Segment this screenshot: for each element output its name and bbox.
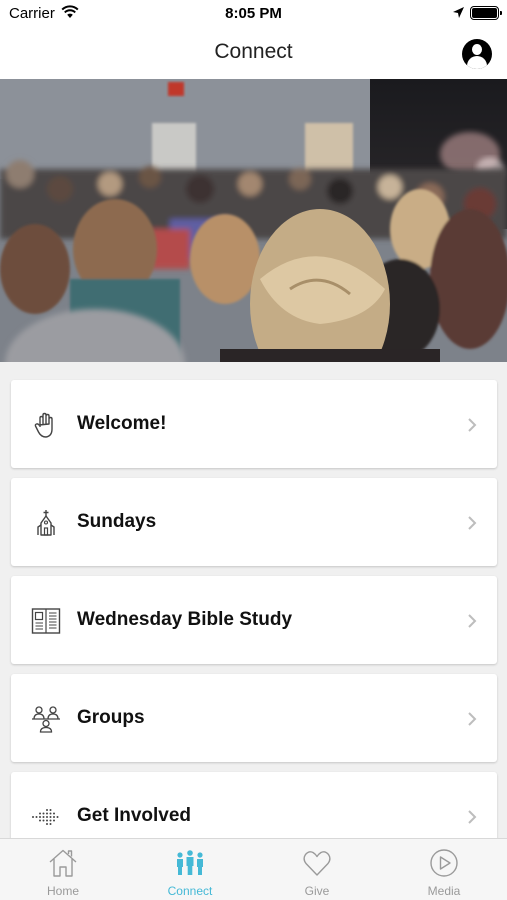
church-icon <box>37 510 55 536</box>
list-item-label: Wednesday Bible Study <box>77 609 293 630</box>
chevron-right-icon <box>468 712 477 726</box>
list-item-label: Welcome! <box>77 413 167 434</box>
battery-icon <box>470 6 502 20</box>
profile-button[interactable] <box>462 39 492 69</box>
people-icon <box>177 850 203 875</box>
house-icon <box>49 849 77 877</box>
status-bar: Carrier 8:05 PM <box>0 0 507 28</box>
page-title: Connect <box>214 40 293 63</box>
chevron-right-icon <box>468 810 477 824</box>
connect-screen: Carrier 8:05 PM Connect Welcome! Sundays… <box>0 0 507 900</box>
tab-bar: Home Connect Give Media <box>0 838 507 900</box>
list-item-label: Sundays <box>77 511 157 532</box>
tab-connect[interactable]: Connect <box>127 839 253 900</box>
dots-arrow-icon <box>32 809 59 825</box>
hand-wave-icon <box>34 412 53 438</box>
tab-label: Connect <box>167 884 213 898</box>
list-item-welcome[interactable]: Welcome! <box>11 380 497 468</box>
chevron-right-icon <box>468 418 477 432</box>
open-book-icon <box>31 608 61 634</box>
tab-give[interactable]: Give <box>254 839 380 900</box>
tab-media[interactable]: Media <box>381 839 507 900</box>
list-item-groups[interactable]: Groups <box>11 674 497 762</box>
tab-label: Give <box>304 884 330 898</box>
profile-icon-head <box>472 44 482 55</box>
heart-icon <box>303 851 331 876</box>
tab-label: Media <box>427 884 461 898</box>
hero-image <box>0 79 507 362</box>
tab-label: Home <box>46 884 79 898</box>
list-item-wednesday-bible-study[interactable]: Wednesday Bible Study <box>11 576 497 664</box>
wifi-icon <box>61 5 79 18</box>
nav-bar: Connect <box>0 28 507 79</box>
congregation-photo <box>0 79 507 362</box>
list-item-label: Get Involved <box>77 805 192 826</box>
chevron-right-icon <box>468 614 477 628</box>
list-item-sundays[interactable]: Sundays <box>11 478 497 566</box>
list-item-label: Groups <box>77 707 145 728</box>
location-arrow-icon <box>453 7 464 18</box>
chevron-right-icon <box>468 516 477 530</box>
profile-icon-body <box>467 56 487 69</box>
play-circle-icon <box>430 849 458 877</box>
carrier-label: Carrier <box>9 5 55 22</box>
group-people-icon <box>32 706 60 733</box>
tab-home[interactable]: Home <box>0 839 126 900</box>
